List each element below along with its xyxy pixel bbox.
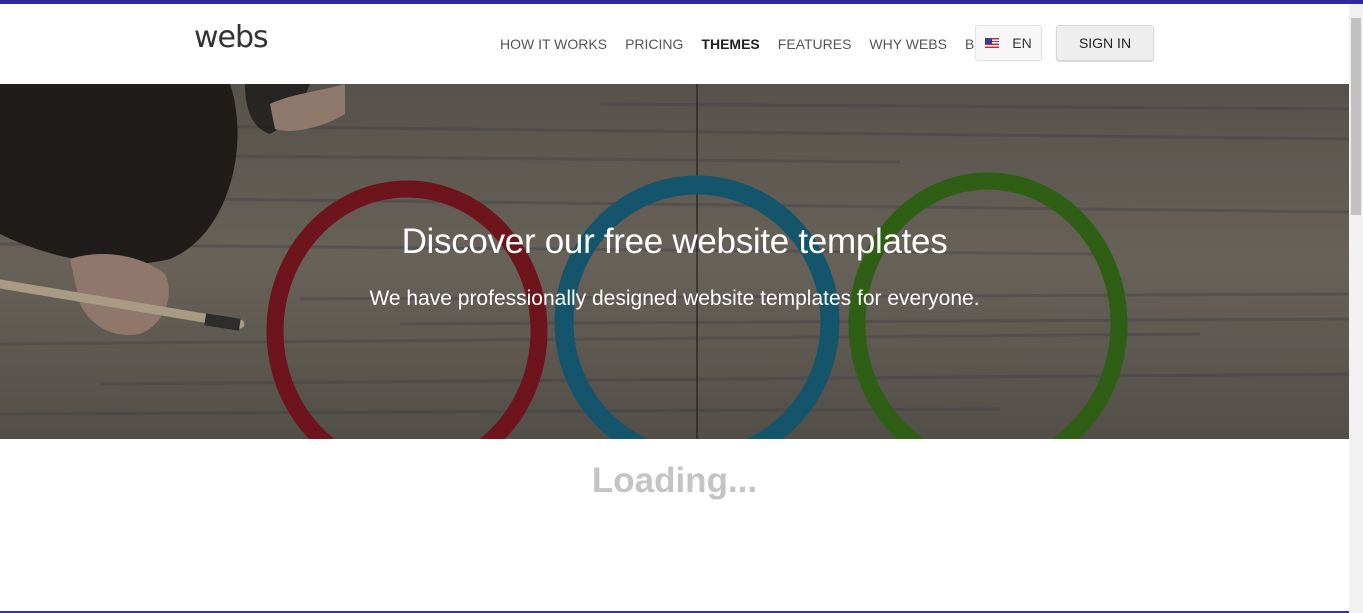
- hero-banner: Discover our free website templates We h…: [0, 84, 1349, 439]
- scrollbar-thumb[interactable]: [1351, 18, 1361, 215]
- loading-indicator: Loading...: [591, 461, 758, 500]
- language-label: EN: [1012, 35, 1032, 51]
- nav-item-features[interactable]: FEATURES: [778, 36, 852, 52]
- vertical-scrollbar[interactable]: [1349, 4, 1363, 613]
- page: webs HOW IT WORKS PRICING THEMES FEATURE…: [0, 0, 1363, 613]
- us-flag-icon: [985, 38, 1000, 48]
- nav-item-why-webs[interactable]: WHY WEBS: [869, 36, 947, 52]
- nav-item-pricing[interactable]: PRICING: [625, 36, 683, 52]
- sign-in-button[interactable]: SIGN IN: [1056, 25, 1154, 61]
- language-selector[interactable]: EN: [975, 25, 1042, 61]
- main-nav: HOW IT WORKS PRICING THEMES FEATURES WHY…: [500, 4, 1022, 84]
- logo[interactable]: webs: [194, 20, 269, 55]
- nav-item-how-it-works[interactable]: HOW IT WORKS: [500, 36, 607, 52]
- site-header: webs HOW IT WORKS PRICING THEMES FEATURE…: [0, 4, 1349, 84]
- hero-title: Discover our free website templates: [401, 222, 948, 261]
- hero-subtitle: We have professionally designed website …: [369, 287, 980, 310]
- nav-item-themes[interactable]: THEMES: [701, 36, 759, 52]
